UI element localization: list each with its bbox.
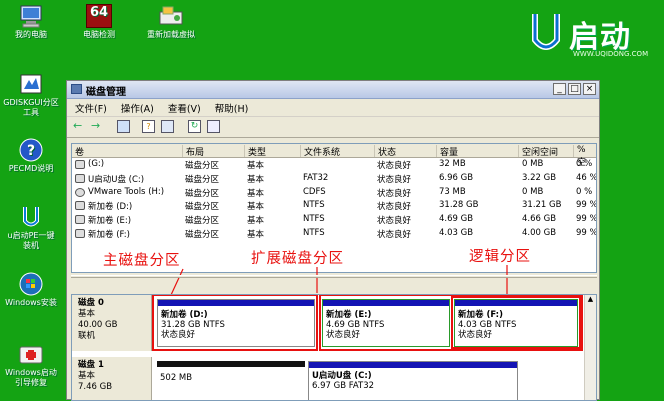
boot-repair-icon <box>18 342 44 366</box>
scroll-up-icon[interactable]: ▲ <box>585 295 596 304</box>
svg-text:?: ? <box>27 143 35 159</box>
computer-icon <box>18 4 44 28</box>
partition-bar <box>157 361 305 367</box>
desktop-icon-install[interactable]: u启动PE一键 装机 <box>0 205 62 251</box>
disk-management-window: 磁盘管理 _ □ × 文件(F) 操作(A) 查看(V) 帮助(H) ← → ? ↻ … <box>66 80 600 401</box>
install-icon <box>18 205 44 229</box>
disk-graphical-pane: 磁盘 0 基本 40.00 GB 联机 新加卷 (D:) 31.28 GB NT… <box>71 294 597 401</box>
logo-url: WWW.UQIDONG.COM <box>573 50 649 58</box>
desktop-icon-pc-test[interactable]: 64 电脑检测 <box>68 4 130 40</box>
disk0-size: 40.00 GB <box>78 320 118 330</box>
desktop-icon-gdiskgui[interactable]: GDISKGUI分区 工具 <box>0 72 62 118</box>
u-logo-icon <box>532 14 560 50</box>
brand-logo: 启动 WWW.UQIDONG.COM <box>525 8 660 60</box>
disk0-label[interactable]: 磁盘 0 基本 40.00 GB 联机 <box>72 295 152 351</box>
partition-c[interactable]: U启动U盘 (C:) 6.97 GB FAT32 <box>308 361 518 400</box>
vertical-scrollbar[interactable]: ▲ <box>584 295 596 400</box>
primary-partition-bar <box>309 362 517 368</box>
highlight-logical <box>451 296 581 349</box>
highlight-primary <box>152 295 318 351</box>
disk1-label[interactable]: 磁盘 1 基本 7.46 GB <box>72 357 152 400</box>
desktop-icon-label: 电脑检测 <box>83 30 115 39</box>
desktop-icon-label: Windows启动 引导修复 <box>5 368 57 387</box>
desktop-icon-label: u启动PE一键 装机 <box>7 231 55 250</box>
disk0-type: 基本 <box>78 309 96 319</box>
desktop-icon-pecmd[interactable]: ? PECMD说明 <box>0 138 62 174</box>
disk1-type: 基本 <box>78 371 96 381</box>
partition-detail: 502 MB <box>160 373 193 383</box>
partition-unallocated[interactable]: 502 MB <box>157 361 305 400</box>
disk1-size: 7.46 GB <box>78 382 113 392</box>
disk-partition-icon <box>18 72 44 96</box>
desktop-icon-label: GDISKGUI分区 工具 <box>3 98 59 117</box>
desktop-icon-reload-driver[interactable]: 重新加载虚拟 <box>136 4 206 40</box>
desktop-icon-label: PECMD说明 <box>8 164 54 173</box>
partition-name: U启动U盘 (C:) <box>312 371 372 381</box>
desktop-icon-label: 我的电脑 <box>15 30 47 39</box>
desktop-icon-my-computer[interactable]: 我的电脑 <box>0 4 62 40</box>
test-64-icon: 64 <box>86 4 112 28</box>
test-64-badge: 64 <box>90 5 109 20</box>
pane-splitter[interactable] <box>71 275 597 278</box>
desktop-icon-label: Windows安装 <box>5 298 57 307</box>
partition-detail: 6.97 GB FAT32 <box>312 381 375 391</box>
desktop-icon-windows-setup[interactable]: Windows安装 <box>0 272 62 308</box>
disk0-state: 联机 <box>78 331 96 341</box>
help-icon: ? <box>18 138 44 162</box>
desktop-icon-label: 重新加载虚拟 <box>147 30 195 39</box>
desktop-icon-boot-repair[interactable]: Windows启动 引导修复 <box>0 342 62 388</box>
windows-setup-icon <box>18 272 44 296</box>
reload-driver-icon <box>158 4 184 28</box>
disk0-title: 磁盘 0 <box>78 298 104 308</box>
disk1-title: 磁盘 1 <box>78 360 104 370</box>
